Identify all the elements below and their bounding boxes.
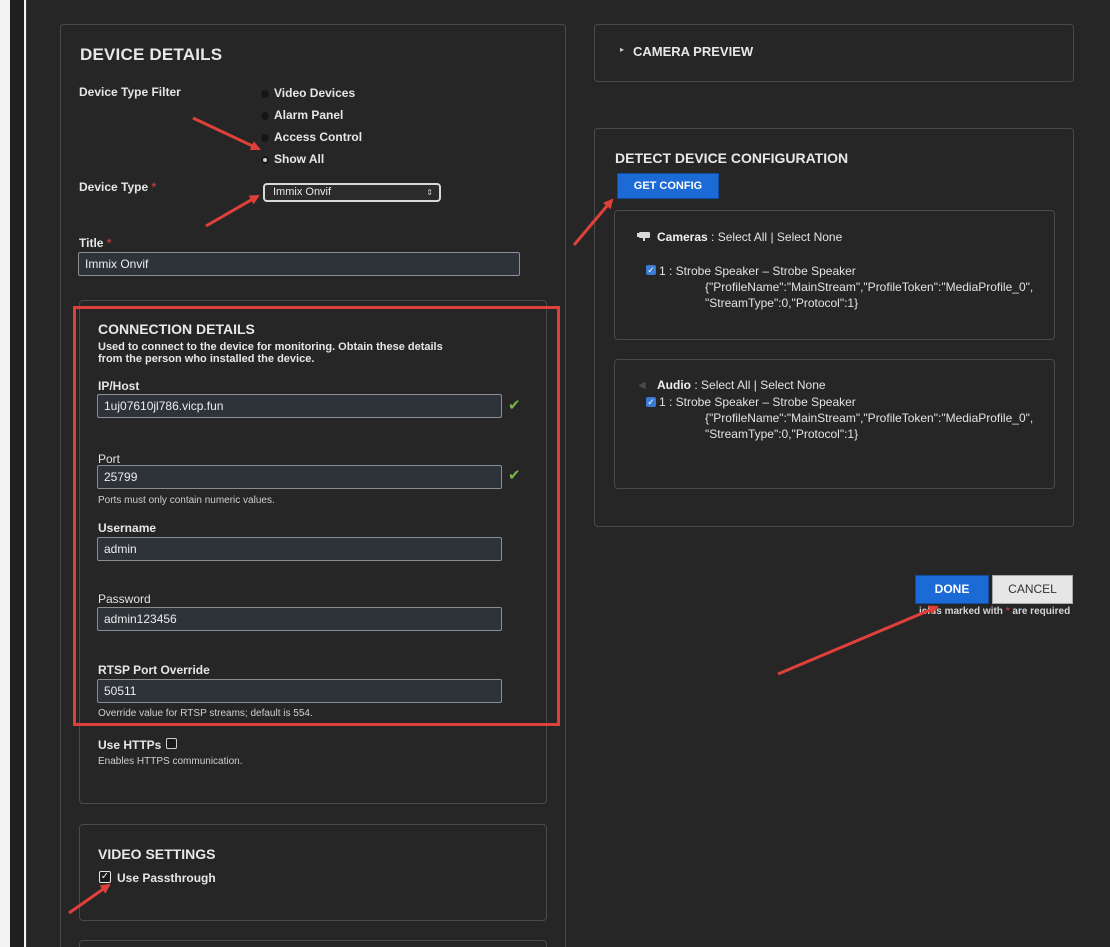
annotation-arrow-passthrough — [68, 883, 111, 915]
screenshot-stage: DEVICE DETAILS Device Type Filter Video … — [0, 0, 1110, 947]
annotation-arrow-get-config — [572, 198, 614, 246]
annotation-arrows — [68, 116, 939, 915]
annotation-arrow-device-type — [205, 194, 260, 228]
annotation-arrow-show-all — [192, 116, 261, 151]
annotation-arrow-done — [777, 605, 939, 676]
